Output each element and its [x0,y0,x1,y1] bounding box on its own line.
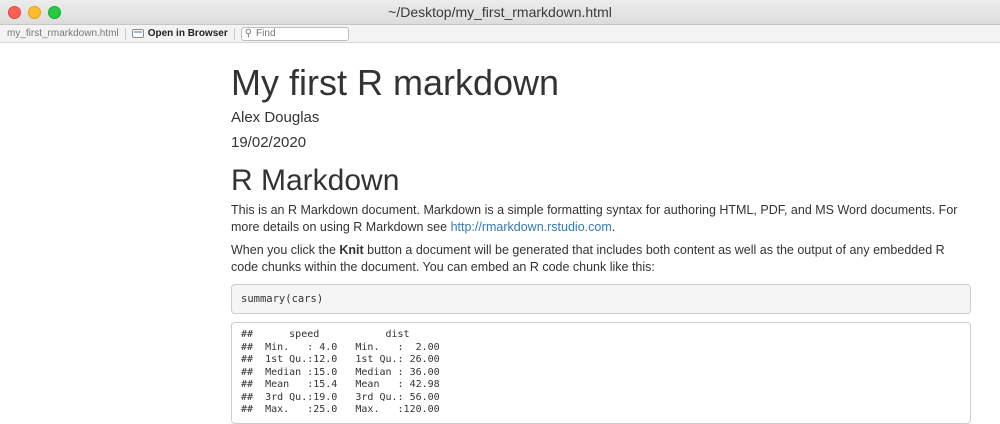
knit-text-before: When you click the [231,243,340,258]
output-line: ## Max. :25.0 Max. :120.00 [241,404,452,416]
open-in-browser-button[interactable]: Open in Browser [131,28,228,39]
find-input[interactable] [256,28,337,39]
intro-paragraph: This is an R Markdown document. Markdown… [231,202,971,236]
output-line: ## speed dist [241,329,452,341]
output-line: ## Mean :15.4 Mean : 42.98 [241,379,452,391]
section-heading: R Markdown [231,163,400,197]
output-line: ## 3rd Qu.:19.0 3rd Qu.: 56.00 [241,391,452,403]
search-icon: ⚲ [244,28,253,39]
rmarkdown-link[interactable]: http://rmarkdown.rstudio.com [451,220,612,234]
toolbar-filename: my_first_rmarkdown.html [7,28,119,39]
code-chunk: summary(cars) [231,284,971,315]
open-in-browser-label: Open in Browser [147,28,228,39]
document-date: 19/02/2020 [231,133,307,151]
output-line: ## 1st Qu.:12.0 1st Qu.: 26.00 [241,354,452,366]
find-field[interactable]: ⚲ [240,26,349,41]
toolbar-divider [233,27,235,40]
output-line: ## Min. : 4.0 Min. : 2.00 [241,341,452,353]
document-title: My first R markdown [231,62,560,103]
viewer-toolbar: my_first_rmarkdown.html Open in Browser … [0,25,1000,43]
toolbar-divider [124,27,126,40]
output-line: ## Median :15.0 Median : 36.00 [241,366,452,378]
window-title: ~/Desktop/my_first_rmarkdown.html [388,4,612,20]
document-body: My first R markdown Alex Douglas 19/02/2… [231,44,971,424]
document-author: Alex Douglas [231,108,320,126]
code-output: ## speed dist ## Min. : 4.0 Min. : 2.00 … [231,322,971,424]
knit-bold: Knit [339,243,364,258]
intro-end: . [611,220,616,235]
knit-paragraph: When you click the Knit button a documen… [231,242,971,276]
window-titlebar: ~/Desktop/my_first_rmarkdown.html [0,0,1000,25]
browser-icon [131,29,144,38]
